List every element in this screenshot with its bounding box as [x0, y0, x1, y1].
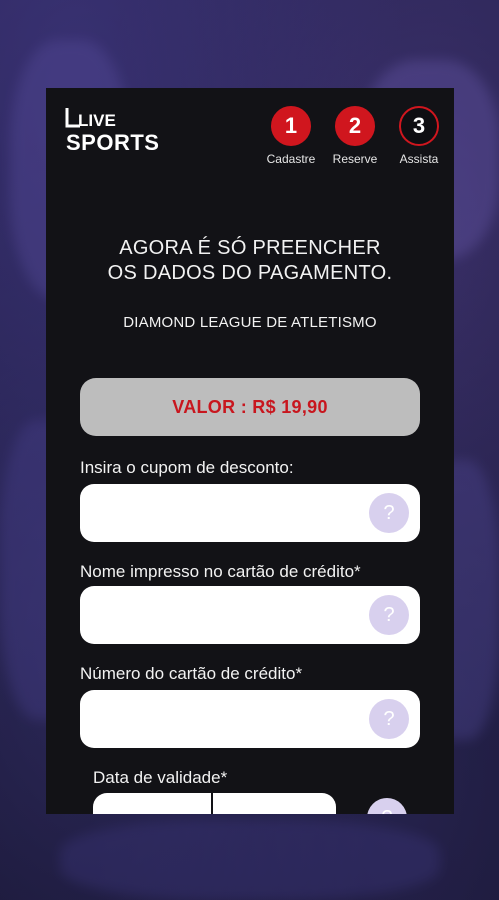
step-reserve: 2 Reserve [328, 106, 382, 166]
price-display: VALOR : R$ 19,90 [80, 378, 420, 436]
title-line-2: OS DADOS DO PAGAMENTO. [107, 262, 393, 284]
expiry-month-input[interactable] [93, 793, 211, 814]
step-assista: 3 Assista [392, 106, 446, 166]
checkout-panel: LIVE SPORTS 1 Cadastre 2 Reserve 3 Assis… [46, 88, 454, 814]
expiry-year-input[interactable] [213, 793, 336, 814]
live-sports-logo: LIVE SPORTS [65, 108, 159, 152]
svg-text:LIVE: LIVE [78, 111, 116, 130]
question-mark-icon[interactable]: ? [369, 699, 409, 739]
step-number: 3 [399, 106, 439, 146]
page-title: AGORA É SÓ PREENCHER OS DADOS DO PAGAMEN… [46, 236, 454, 286]
progress-steps: 1 Cadastre 2 Reserve 3 Assista [264, 106, 446, 166]
step-cadastre: 1 Cadastre [264, 106, 318, 166]
title-line-1: AGORA É SÓ PREENCHER [119, 237, 381, 259]
expiry-label: Data de validade* [93, 768, 228, 787]
event-name: DIAMOND LEAGUE DE ATLETISMO [123, 314, 377, 331]
step-label: Cadastre [266, 152, 316, 166]
step-label: Reserve [332, 152, 378, 166]
question-mark-icon[interactable]: ? [369, 595, 409, 635]
question-mark-icon[interactable]: ? [369, 493, 409, 533]
svg-text:SPORTS: SPORTS [66, 130, 159, 152]
question-mark-icon[interactable]: ? [367, 798, 407, 814]
coupon-label: Insira o cupom de desconto: [80, 458, 294, 477]
card-number-label: Número do cartão de crédito* [80, 664, 303, 683]
step-number: 2 [335, 106, 375, 146]
step-label: Assista [399, 152, 439, 166]
background-figure [60, 820, 440, 900]
step-number: 1 [271, 106, 311, 146]
card-name-label: Nome impresso no cartão de crédito* [80, 562, 361, 581]
